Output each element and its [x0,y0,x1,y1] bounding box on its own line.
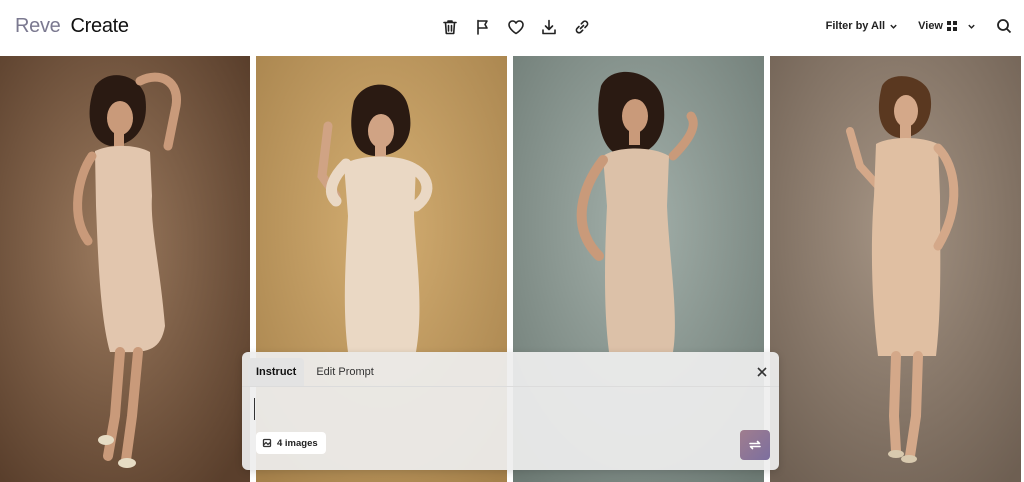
download-icon [542,19,556,35]
image-count-label: 4 images [277,437,318,449]
gallery-image[interactable] [770,56,1021,482]
chevron-down-icon [968,24,975,29]
grid-icon [947,21,957,31]
gallery-image[interactable] [0,56,250,482]
model-photo [0,56,250,482]
view-label: View [918,20,943,32]
submit-instruct-button[interactable] [740,430,770,460]
favorite-button[interactable] [506,17,526,37]
panel-divider [242,386,779,387]
chevron-down-icon [890,24,897,29]
instruct-input[interactable] [254,398,754,420]
brand: Reve Create [15,15,129,38]
app-header: Reve Create Filter by All View [0,0,1024,56]
heart-icon [508,20,524,35]
image-toolbar [440,16,592,38]
search-icon [997,19,1012,34]
repeat-icon [749,440,761,450]
delete-button[interactable] [440,17,460,37]
view-dropdown[interactable]: View [918,20,976,32]
panel-tabs: Instruct Edit Prompt [248,358,382,386]
close-panel-button[interactable] [755,365,769,379]
tab-edit-prompt[interactable]: Edit Prompt [308,358,381,386]
search-button[interactable] [996,18,1012,34]
filter-dropdown[interactable]: Filter by All [826,20,899,32]
flag-button[interactable] [473,17,493,37]
header-controls: Filter by All View [826,18,1012,34]
trash-icon [443,20,457,35]
image-count-chip[interactable]: 4 images [256,432,326,454]
close-icon [757,367,767,377]
flag-icon [477,19,488,35]
download-button[interactable] [539,17,559,37]
link-icon [575,20,589,34]
model-photo [770,56,1021,482]
tab-instruct[interactable]: Instruct [248,358,305,386]
instruct-panel: Instruct Edit Prompt 4 images [242,352,779,470]
filter-label: Filter by All [825,20,886,32]
images-icon [262,438,272,448]
page-title: Create [70,15,130,37]
brand-logo[interactable]: Reve [15,15,61,38]
copy-link-button[interactable] [572,17,592,37]
